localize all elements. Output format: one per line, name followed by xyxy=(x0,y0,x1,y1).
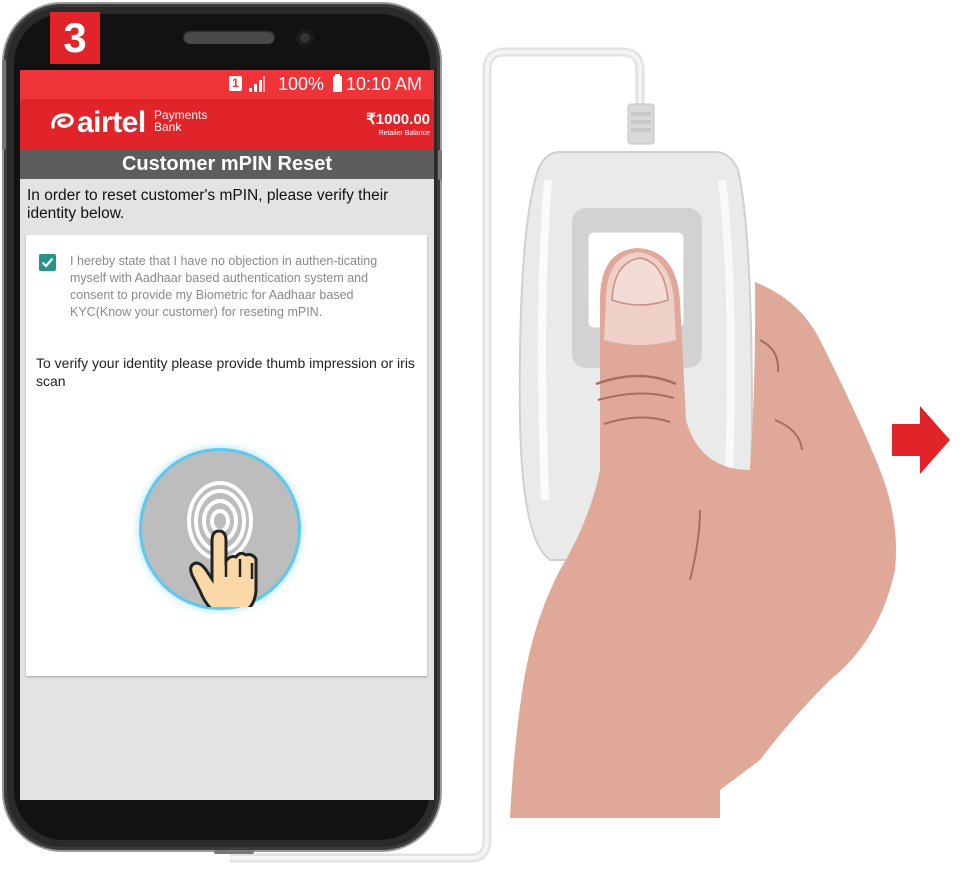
consent-text: I hereby state that I have no objection … xyxy=(70,254,378,319)
battery-percent: 100% xyxy=(277,74,324,94)
phone-connector xyxy=(214,850,254,854)
sim-icon: 1 xyxy=(229,76,242,91)
intro-text: In order to reset customer's mPIN, pleas… xyxy=(27,187,389,222)
consent-card: I hereby state that I have no objection … xyxy=(26,235,427,676)
phone-camera xyxy=(296,29,314,47)
brand-subtitle: Payments Bank xyxy=(154,109,207,133)
arrow-right-icon xyxy=(892,406,950,474)
battery-icon xyxy=(333,74,342,92)
retailer-balance: ₹1000.00 xyxy=(366,111,430,128)
check-icon xyxy=(41,257,54,268)
phone-screen: 1 100% 10:10 AM airtel Payments Bank ₹10… xyxy=(20,70,434,800)
consent-checkbox[interactable] xyxy=(39,254,56,271)
app-header: airtel Payments Bank ₹1000.00 Retailer B… xyxy=(20,99,434,150)
phone-side-button xyxy=(438,150,442,180)
verify-prompt: To verify your identity please provide t… xyxy=(36,355,415,389)
phone-speaker xyxy=(183,30,275,44)
fingerprint-icon xyxy=(187,481,258,617)
retailer-balance-label: Retailer Balance xyxy=(378,130,430,137)
brand-name: airtel xyxy=(77,106,146,139)
brand-sub-line2: Bank xyxy=(154,120,182,134)
status-bar: 1 100% 10:10 AM xyxy=(20,70,434,99)
fingerprint-scan-button[interactable] xyxy=(142,451,298,617)
phone-side-button xyxy=(2,60,6,150)
status-time: 10:10 AM xyxy=(345,74,422,94)
step-badge: 3 xyxy=(50,12,100,64)
airtel-logo-icon xyxy=(51,113,74,129)
page-title: Customer mPIN Reset xyxy=(20,150,434,179)
signal-icon xyxy=(249,76,265,92)
